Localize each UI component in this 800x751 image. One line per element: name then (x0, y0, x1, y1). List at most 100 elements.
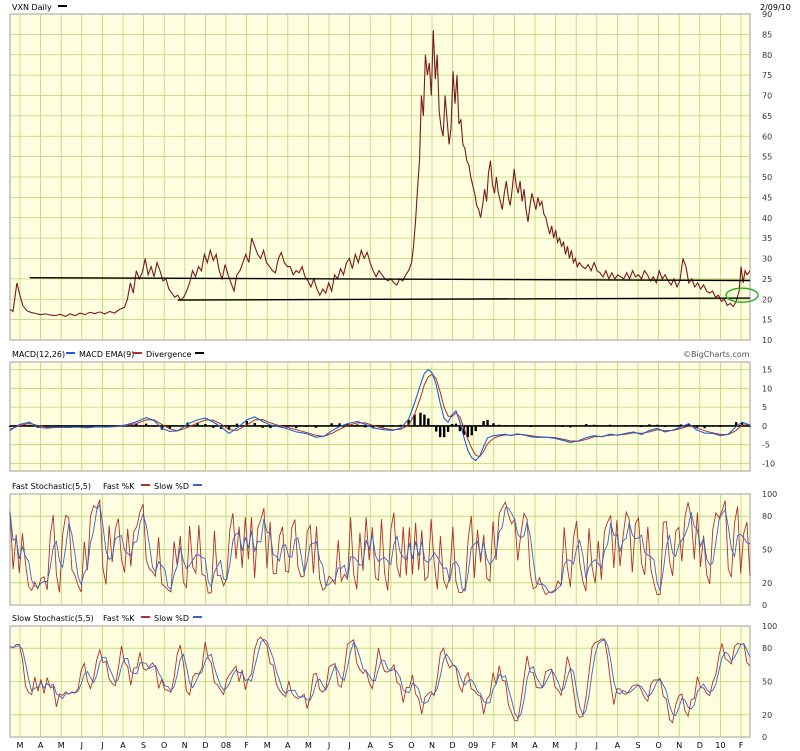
divergence-bar (322, 425, 325, 427)
divergence-bar (85, 425, 89, 427)
divergence-bar (338, 423, 341, 426)
macd-legend-swatch-1 (66, 352, 75, 354)
divergence-bar (204, 424, 207, 426)
divergence-bar (656, 424, 659, 426)
x-tick-label: N (676, 741, 682, 750)
divergence-bar (640, 425, 643, 428)
x-tick-label: 08 (221, 741, 231, 750)
divergence-bar (545, 425, 548, 427)
x-tick-label: A (367, 741, 373, 750)
y-tick-label: 80 (762, 644, 772, 653)
x-tick-label: J (574, 741, 577, 750)
y-tick-label: 100 (762, 622, 777, 631)
y-tick-label: 60 (762, 132, 772, 141)
y-tick-label: 20 (762, 295, 772, 304)
divergence-bar (510, 425, 513, 427)
divergence-bar (663, 425, 667, 428)
macd-legend-swatch-3 (195, 352, 204, 354)
fast-stochastic-panel: 0 20 50 80 100 (9, 490, 777, 610)
vxn-title: VXN Daily (12, 3, 52, 12)
x-tick-label: J (595, 741, 598, 750)
y-tick-label: 80 (762, 512, 772, 521)
y-tick-label: 100 (762, 490, 777, 499)
y-tick-label: 65 (762, 112, 772, 121)
x-tick-label: 09 (468, 741, 478, 750)
divergence-bar (269, 425, 272, 429)
stock-chart: VXN Daily 2/09/10 1015202530354045505560… (0, 0, 800, 751)
divergence-bar (515, 425, 519, 426)
divergence-bar (616, 425, 619, 427)
x-tick-label: M (552, 741, 559, 750)
divergence-bar (442, 425, 446, 438)
y-tick-label: 15 (762, 316, 772, 325)
x-tick-label: F (244, 741, 249, 750)
slow-stoch-header: Slow Stochastic(5,5) Fast %K Slow %D (12, 614, 202, 623)
x-tick-label: D (202, 741, 208, 750)
y-tick-label: 20 (762, 711, 772, 720)
divergence-bar (592, 424, 596, 426)
divergence-bar (46, 425, 49, 427)
y-tick-label: 90 (762, 10, 772, 19)
divergence-bar (679, 424, 683, 426)
divergence-bar (608, 424, 612, 426)
divergence-bar (381, 425, 385, 428)
panel-background (9, 361, 751, 472)
y-tick-label: 55 (762, 153, 772, 162)
x-tick-label: O (408, 741, 414, 750)
divergence-bar (294, 425, 298, 429)
x-tick-label: N (429, 741, 435, 750)
y-tick-label: 50 (762, 173, 772, 182)
x-tick-label: M (58, 741, 65, 750)
divergence-bar (474, 425, 477, 432)
y-tick-label: 50 (762, 678, 772, 687)
x-tick-label: J (327, 741, 330, 750)
divergence-bar (399, 424, 402, 426)
divergence-bar (314, 425, 318, 428)
x-tick-label: A (38, 741, 44, 750)
divergence-bar (28, 424, 31, 426)
divergence-bar (364, 425, 367, 428)
slow-stoch-swatch-2 (193, 616, 202, 618)
divergence-bar (482, 421, 485, 426)
divergence-bar (498, 424, 501, 426)
divergence-bar (537, 425, 541, 427)
macd-legend-3: Divergence (146, 350, 192, 359)
divergence-bar (435, 425, 438, 432)
divergence-bar (423, 414, 426, 426)
x-tick-label: S (141, 741, 146, 750)
divergence-bar (719, 425, 722, 428)
macd-legend-swatch-2 (133, 352, 142, 354)
divergence-bar (470, 425, 473, 436)
divergence-bar (419, 412, 422, 426)
divergence-bar (569, 425, 572, 428)
divergence-bar (486, 419, 489, 426)
y-tick-label: -10 (762, 459, 775, 468)
x-tick-label: A (615, 741, 621, 750)
fast-stoch-legend-1: Fast Stochastic(5,5) (12, 482, 91, 491)
fast-stoch-swatch-2 (193, 484, 202, 486)
x-tick-label: D (450, 741, 456, 750)
x-tick-label: O (161, 741, 167, 750)
divergence-bar (478, 425, 481, 426)
x-tick-label: A (532, 741, 538, 750)
y-tick-label: 0 (762, 733, 767, 742)
y-tick-label: 10 (762, 384, 772, 393)
divergence-bar (176, 425, 179, 427)
x-tick-label: S (635, 741, 640, 750)
macd-panel: -10 -5 0 5 10 15 (8, 361, 775, 472)
y-tick-label: 5 (762, 403, 767, 412)
y-tick-label: 85 (762, 30, 772, 39)
divergence-bar (711, 425, 714, 427)
divergence-bar (261, 425, 264, 428)
divergence-bar (95, 425, 99, 427)
x-tick-label: F (491, 741, 496, 750)
y-tick-label: 45 (762, 193, 772, 202)
divergence-bar (427, 418, 430, 426)
y-tick-label: 40 (762, 214, 772, 223)
fast-stoch-header: Fast Stochastic(5,5) Fast %K Slow %D (12, 482, 202, 491)
divergence-bar (75, 425, 79, 427)
x-tick-label: J (347, 741, 350, 750)
y-tick-label: 15 (762, 366, 772, 375)
y-tick-label: 20 (762, 579, 772, 588)
slow-stochastic-panel: 0 20 50 80 100 (9, 622, 777, 742)
